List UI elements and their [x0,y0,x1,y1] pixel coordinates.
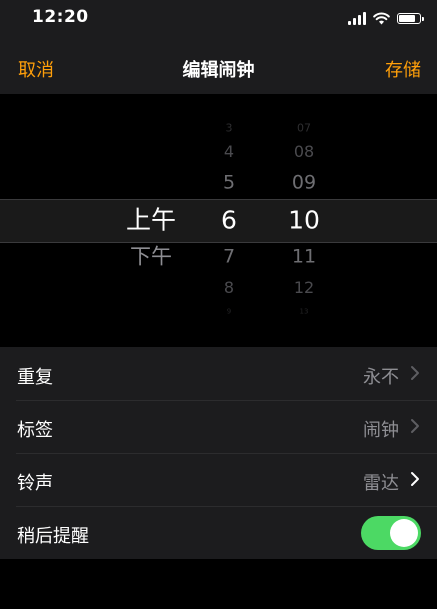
battery-icon [397,12,424,24]
chevron-right-icon [411,419,419,433]
picker-hour-option[interactable]: 8 [224,280,234,296]
picker-minute-option[interactable]: 12 [294,280,314,296]
repeat-row[interactable]: 重复 永不 [0,347,437,400]
status-bar: 12:20 [0,0,437,36]
chevron-right-icon [411,366,419,380]
repeat-label: 重复 [17,367,53,388]
sound-row[interactable]: 铃声 雷达 [0,453,437,506]
battery-level [399,14,415,22]
repeat-value: 永不 [363,367,399,388]
sound-value: 雷达 [363,473,399,494]
time-picker[interactable]: 上午 下午 3 4 5 6 7 8 9 07 08 09 10 11 12 13 [0,94,437,326]
alarm-settings-list: 重复 永不 标签 闹钟 铃声 雷达 稍后提醒 [0,347,437,559]
save-button[interactable]: 存储 [385,56,421,82]
picker-minute-option[interactable]: 11 [292,247,316,267]
wifi-icon [373,12,390,24]
picker-hour-option[interactable]: 3 [226,123,233,134]
picker-minute-option[interactable]: 07 [297,123,311,134]
picker-minute-option[interactable]: 13 [300,308,309,316]
tag-label: 标签 [17,420,53,441]
cellular-signal-icon [348,11,366,25]
picker-hour-option[interactable]: 5 [223,173,235,193]
status-icons [348,10,424,26]
picker-hour-option[interactable]: 4 [224,144,234,160]
sound-label: 铃声 [17,473,53,494]
navigation-bar: 取消 编辑闹钟 存储 [0,36,437,94]
bottom-background [0,559,437,609]
toggle-knob[interactable] [390,519,418,547]
picker-hour-selected[interactable]: 6 [221,208,237,233]
snooze-label: 稍后提醒 [17,526,89,547]
picker-hour-option[interactable]: 9 [227,308,231,316]
picker-minute-selected[interactable]: 10 [288,208,320,233]
chevron-right-icon [411,472,419,486]
tag-value: 闹钟 [363,420,399,441]
label-row[interactable]: 标签 闹钟 [0,400,437,453]
snooze-toggle[interactable] [361,516,421,550]
picker-period-selected[interactable]: 上午 [126,208,176,233]
picker-period-option[interactable]: 下午 [130,246,172,268]
picker-selection-band [0,199,437,243]
status-time: 12:20 [32,7,89,27]
page-title: 编辑闹钟 [182,60,255,81]
picker-hour-option[interactable]: 7 [223,247,235,267]
picker-minute-option[interactable]: 08 [294,144,314,160]
snooze-row: 稍后提醒 [0,506,437,559]
picker-minute-option[interactable]: 09 [292,173,316,193]
